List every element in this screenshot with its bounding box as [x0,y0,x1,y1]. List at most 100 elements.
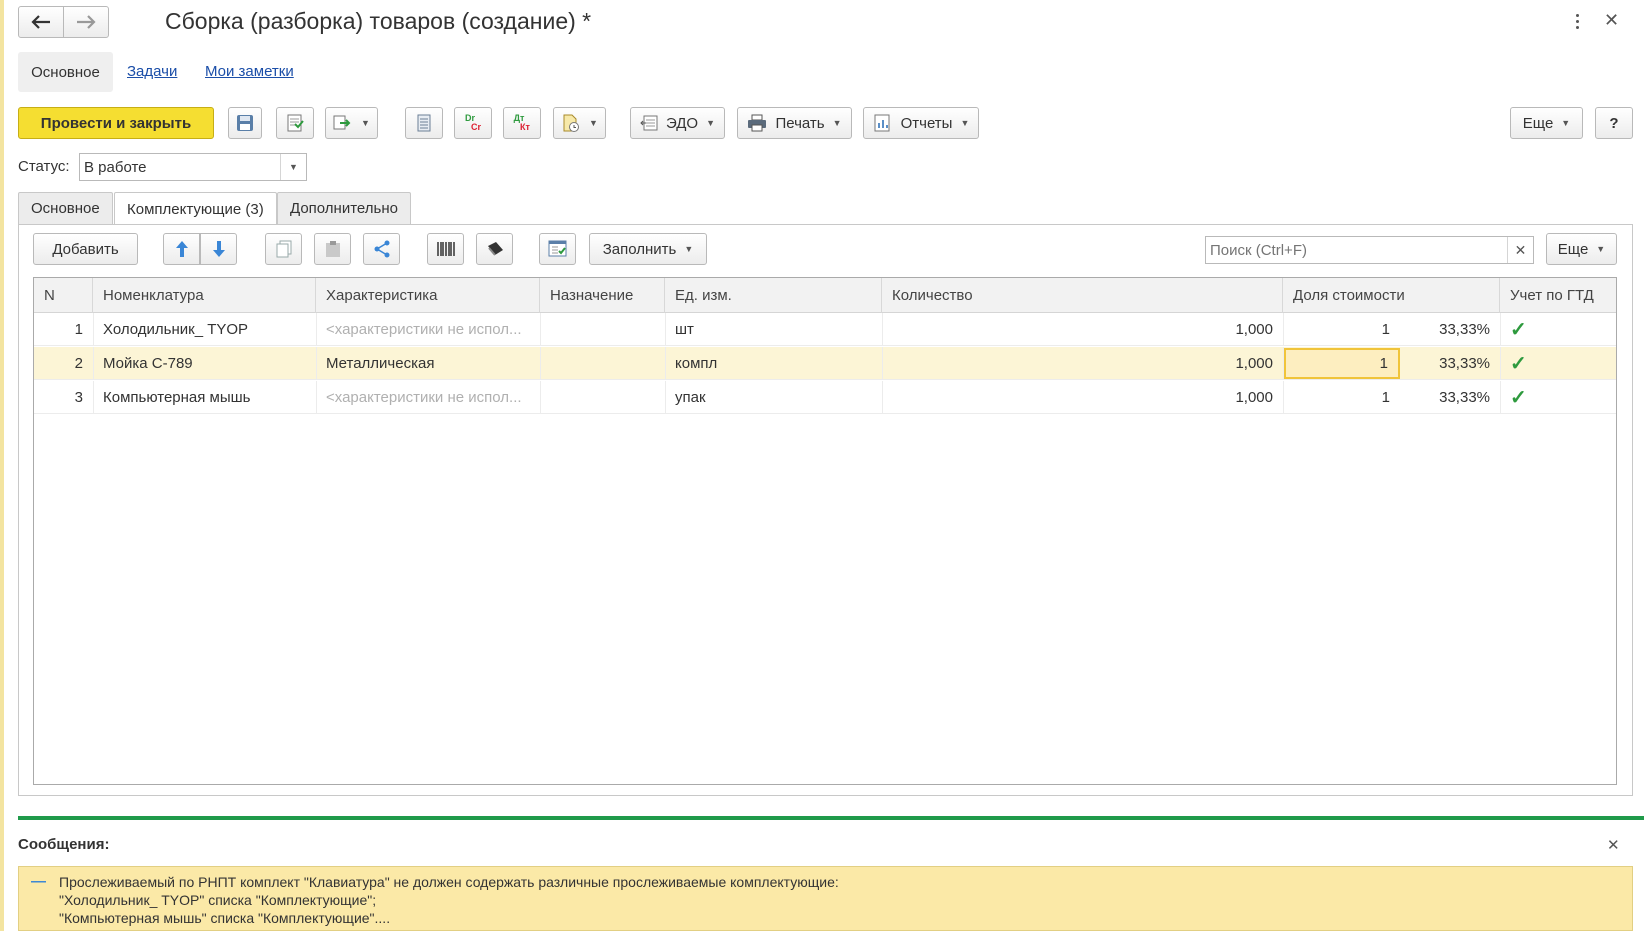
status-select[interactable]: В работе ▼ [79,153,307,181]
nav-tab-main-label: Основное [31,63,100,81]
row-characteristic[interactable]: <характеристики не испол... [316,381,540,414]
dt-kt-icon: Дт Кт [513,113,530,132]
edo-exchange-icon [640,114,660,132]
select-items-button[interactable] [539,233,576,265]
row-share[interactable]: 1 [1283,313,1400,346]
row-unit[interactable]: компл [665,347,882,380]
close-window-icon[interactable]: ✕ [1604,10,1619,31]
more-actions-label: Еще [1522,114,1554,132]
table-header: N Номенклатура Характеристика Назначение… [34,278,1616,313]
copy-icon [275,240,293,258]
table-more-button[interactable]: Еще ▼ [1546,233,1617,265]
row-gtd-check-icon[interactable]: ✓ [1500,381,1618,414]
doc-tab-components[interactable]: Комплектующие (3) [114,192,277,225]
row-qty[interactable]: 1,000 [882,347,1283,380]
help-button[interactable]: ? [1595,107,1633,139]
barcode-button[interactable] [427,233,464,265]
window-title: Сборка (разборка) товаров (создание) * [165,8,592,34]
row-unit[interactable]: шт [665,313,882,346]
dr-cr-button[interactable]: Dr Cr [454,107,492,139]
nav-tab-tasks[interactable]: Задачи [127,63,177,80]
share-button[interactable] [363,233,400,265]
row-characteristic[interactable]: Металлическая [316,347,540,380]
column-header-share[interactable]: Доля стоимости [1283,278,1500,313]
post-and-close-button[interactable]: Провести и закрыть [18,107,214,139]
doc-tab-main[interactable]: Основное [18,192,113,224]
row-gtd-check-icon[interactable]: ✓ [1500,313,1618,346]
row-gtd-check-icon[interactable]: ✓ [1500,347,1618,380]
column-header-n[interactable]: N [34,278,93,313]
column-header-characteristic[interactable]: Характеристика [316,278,540,313]
scanner-icon [485,240,505,258]
fill-button[interactable]: Заполнить ▼ [589,233,707,265]
column-header-qty[interactable]: Количество [882,278,1283,313]
scanner-button[interactable] [476,233,513,265]
search-input[interactable] [1206,237,1507,263]
create-based-on-button[interactable]: ▼ [325,107,378,139]
nav-tab-main[interactable]: Основное [18,52,113,92]
chevron-down-icon: ▼ [589,118,598,128]
row-share[interactable]: 1 [1283,381,1400,414]
share-icon [373,240,391,258]
status-select-value: В работе [84,158,147,176]
more-menu-icon[interactable] [1570,10,1584,32]
reports-label: Отчеты [900,114,953,132]
column-header-purpose[interactable]: Назначение [540,278,665,313]
column-header-gtd[interactable]: Учет по ГТД [1500,278,1618,313]
table-row[interactable]: 2 Мойка С-789 Металлическая компл 1,000 … [34,347,1616,380]
checklist-icon [548,240,568,258]
arrow-up-icon [175,240,189,258]
save-button[interactable] [228,107,262,139]
row-qty[interactable]: 1,000 [882,381,1283,414]
edo-button[interactable]: ЭДО ▼ [630,107,725,139]
back-button[interactable] [18,6,64,38]
print-button[interactable]: Печать ▼ [737,107,852,139]
close-messages-icon[interactable]: ✕ [1607,836,1620,854]
dr-cr-icon: Dr Cr [464,113,481,132]
row-characteristic[interactable]: <характеристики не испол... [316,313,540,346]
attachments-button[interactable]: ▼ [553,107,606,139]
table-row[interactable]: 3 Компьютерная мышь <характеристики не и… [34,381,1616,414]
row-qty[interactable]: 1,000 [882,313,1283,346]
row-item[interactable]: Холодильник_ TYOP [93,313,316,346]
doc-tab-components-label: Комплектующие (3) [127,200,264,218]
nav-tab-notes[interactable]: Мои заметки [205,63,294,80]
row-purpose[interactable] [540,381,665,414]
chevron-down-icon: ▼ [1561,118,1571,128]
reports-button[interactable]: Отчеты ▼ [863,107,979,139]
add-row-button[interactable]: Добавить [33,233,138,265]
row-share-pct: 33,33% [1439,321,1490,338]
row-unit[interactable]: упак [665,381,882,414]
message-panel[interactable]: — Прослеживаемый по РНПТ комплект "Клави… [18,866,1633,931]
document-structure-button[interactable] [405,107,443,139]
list-document-icon [417,114,431,132]
column-header-item[interactable]: Номенклатура [93,278,316,313]
arrow-right-icon [76,15,96,29]
chevron-down-icon: ▼ [960,118,970,128]
column-header-unit[interactable]: Ед. изм. [665,278,882,313]
row-purpose[interactable] [540,313,665,346]
post-button[interactable] [276,107,314,139]
more-actions-button[interactable]: Еще ▼ [1510,107,1583,139]
left-accent-border [0,0,4,931]
move-down-button[interactable] [200,233,237,265]
row-number: 2 [74,355,83,372]
document-clock-icon [561,113,581,133]
message-line-1: Прослеживаемый по РНПТ комплект "Клавиат… [59,874,839,890]
doc-tab-additional[interactable]: Дополнительно [277,192,411,224]
move-up-button[interactable] [163,233,200,265]
row-share-active-cell[interactable]: 1 [1284,348,1400,379]
dt-kt-button[interactable]: Дт Кт [503,107,541,139]
clear-search-icon[interactable]: ✕ [1507,237,1533,263]
table-row[interactable]: 1 Холодильник_ TYOP <характеристики не и… [34,313,1616,346]
row-purpose[interactable] [540,347,665,380]
chevron-down-icon[interactable]: ▼ [280,154,306,180]
create-based-icon [333,114,353,132]
row-item[interactable]: Мойка С-789 [93,347,316,380]
copy-button[interactable] [265,233,302,265]
row-item[interactable]: Компьютерная мышь [93,381,316,414]
forward-button[interactable] [63,6,109,38]
paste-button[interactable] [314,233,351,265]
clipboard-icon [325,240,341,258]
floppy-disk-icon [236,114,254,132]
